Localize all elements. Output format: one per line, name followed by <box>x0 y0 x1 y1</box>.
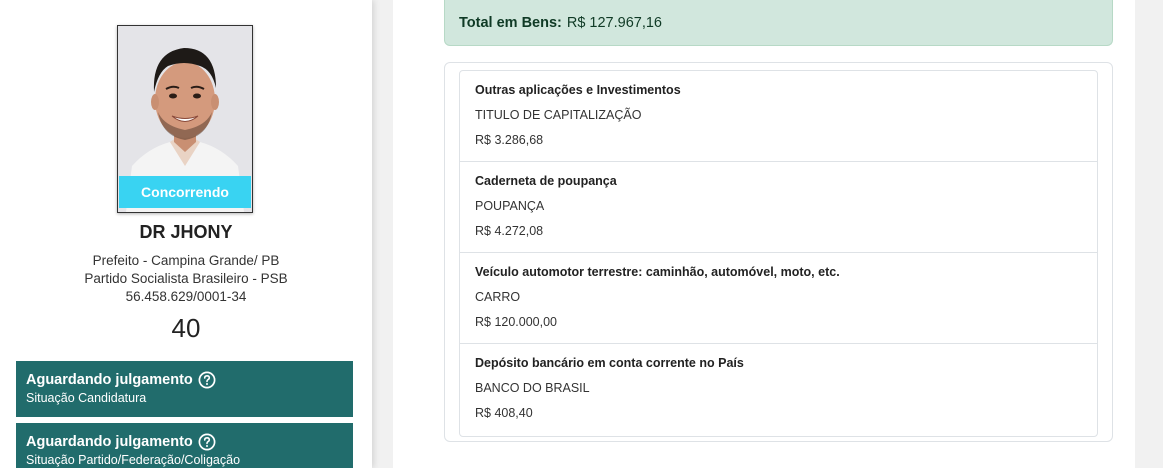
candidate-party: Partido Socialista Brasileiro - PSB <box>84 271 288 286</box>
asset-description: POUPANÇA <box>475 199 545 213</box>
candidate-photo-card: Concorrendo <box>117 25 253 213</box>
asset-description: BANCO DO BRASIL <box>475 381 590 395</box>
asset-description: TITULO DE CAPITALIZAÇÃO <box>475 108 642 122</box>
party-situation-card: Aguardando julgamento Situação Partido/F… <box>16 423 353 468</box>
asset-description: CARRO <box>475 290 521 304</box>
asset-type: Outras aplicações e Investimentos <box>475 83 681 97</box>
candidate-sidebar: Concorrendo DR JHONY Prefeito - Campina … <box>0 0 372 468</box>
asset-item: Caderneta de poupança POUPANÇA R$ 4.272,… <box>460 162 1097 253</box>
asset-item: Depósito bancário em conta corrente no P… <box>460 344 1097 436</box>
help-circle-icon[interactable] <box>198 371 216 389</box>
asset-value: R$ 4.272,08 <box>475 224 544 238</box>
asset-value: R$ 3.286,68 <box>475 133 544 147</box>
candidacy-situation-card: Aguardando julgamento Situação Candidatu… <box>16 361 353 417</box>
asset-type: Depósito bancário em conta corrente no P… <box>475 356 744 370</box>
asset-type: Caderneta de poupança <box>475 174 617 188</box>
total-assets-value: R$ 127.967,16 <box>566 14 662 31</box>
candidacy-status-chip: Concorrendo <box>119 176 251 208</box>
asset-item: Veículo automotor terrestre: caminhão, a… <box>460 253 1097 344</box>
candidate-cnpj: 56.458.629/0001-34 <box>125 289 247 304</box>
party-situation-subtitle: Situação Partido/Federação/Coligação <box>26 453 241 467</box>
help-circle-icon[interactable] <box>198 433 216 451</box>
total-assets-banner: Total em Bens: R$ 127.967,16 <box>444 0 1113 46</box>
asset-value: R$ 120.000,00 <box>475 315 558 329</box>
candidate-name: DR JHONY <box>139 222 233 242</box>
party-situation-title: Aguardando julgamento <box>26 433 193 450</box>
candidate-office: Prefeito - Campina Grande/ PB <box>92 253 280 268</box>
assets-list: Outras aplicações e Investimentos TITULO… <box>459 70 1098 437</box>
candidacy-situation-title: Aguardando julgamento <box>26 371 193 388</box>
asset-item: Outras aplicações e Investimentos TITULO… <box>460 71 1097 162</box>
asset-value: R$ 408,40 <box>475 406 533 420</box>
candidate-number: 40 <box>171 313 201 343</box>
candidacy-situation-subtitle: Situação Candidatura <box>26 391 147 405</box>
total-assets-label: Total em Bens: <box>459 14 562 31</box>
asset-type: Veículo automotor terrestre: caminhão, a… <box>475 265 840 279</box>
